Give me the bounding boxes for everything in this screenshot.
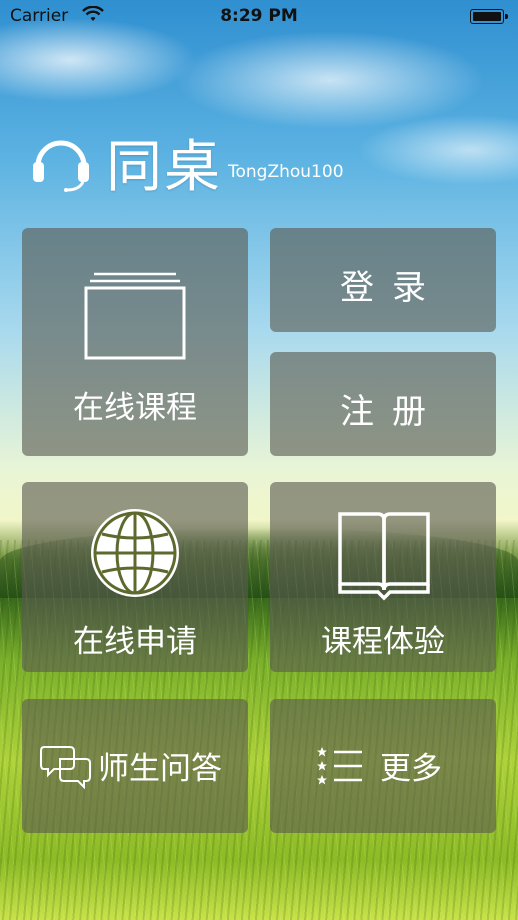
login-button[interactable]: 登录 bbox=[270, 228, 496, 332]
more-button[interactable]: 更多 bbox=[270, 699, 496, 833]
login-label: 登录 bbox=[340, 268, 444, 308]
online-apply-label: 在线申请 bbox=[73, 624, 197, 660]
register-button[interactable]: 注册 bbox=[270, 352, 496, 456]
app-subtitle: TongZhou100 bbox=[228, 162, 344, 182]
globe-icon bbox=[91, 509, 179, 597]
teacher-student-qa-label: 师生问答 bbox=[98, 751, 222, 787]
clock-time: 8:29 PM bbox=[220, 6, 298, 26]
teacher-student-qa-button[interactable]: 师生问答 bbox=[22, 699, 248, 833]
online-courses-button[interactable]: 在线课程 bbox=[22, 228, 248, 456]
book-icon bbox=[338, 512, 430, 601]
online-courses-label: 在线课程 bbox=[73, 390, 197, 426]
online-apply-button[interactable]: 在线申请 bbox=[22, 482, 248, 672]
course-trial-button[interactable]: 课程体验 bbox=[270, 482, 496, 672]
chat-bubbles-icon bbox=[40, 746, 91, 789]
app-title: 同桌 bbox=[106, 135, 222, 200]
course-trial-label: 课程体验 bbox=[321, 624, 445, 660]
battery-icon bbox=[470, 9, 508, 24]
list-icon bbox=[317, 747, 362, 785]
more-label: 更多 bbox=[380, 751, 442, 787]
status-bar: Carrier 8:29 PM bbox=[0, 0, 518, 34]
course-stack-icon bbox=[84, 272, 186, 360]
register-label: 注册 bbox=[340, 392, 444, 432]
headphones-icon bbox=[33, 140, 89, 192]
